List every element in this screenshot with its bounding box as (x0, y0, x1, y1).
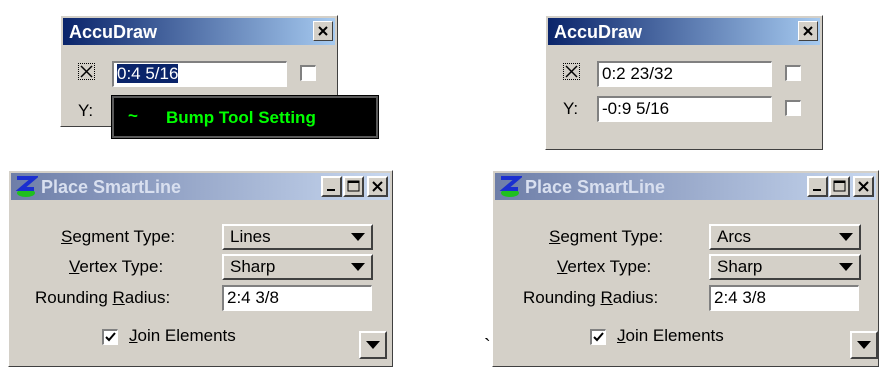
minimize-icon (327, 189, 335, 191)
minimize-button[interactable] (321, 176, 342, 197)
maximize-button[interactable] (343, 176, 364, 197)
close-button[interactable] (853, 176, 874, 197)
close-icon (858, 181, 869, 192)
accudraw-dialog-right: AccuDraw X: 0:2 23/32 Y: -0:9 5/16 (545, 15, 823, 150)
dropdown-arrow-icon (839, 263, 853, 271)
expand-options-button[interactable] (850, 331, 878, 359)
accudraw-titlebar-left[interactable]: AccuDraw (63, 18, 335, 45)
x-lock-checkbox[interactable] (300, 65, 316, 81)
expand-options-button[interactable] (359, 331, 387, 359)
maximize-icon (347, 180, 360, 192)
stray-mark: ` (484, 336, 491, 358)
close-button[interactable] (367, 176, 388, 197)
bentley-logo-icon (499, 176, 522, 197)
minimize-icon (813, 189, 821, 191)
accudraw-titlebar-right[interactable]: AccuDraw (548, 18, 820, 45)
smartline-titlebar-left[interactable]: Place SmartLine (11, 173, 390, 200)
x-lock-checkbox[interactable] (785, 65, 801, 81)
x-coordinate-value: 0:4 5/16 (117, 64, 179, 83)
smartline-title: Place SmartLine (525, 177, 666, 197)
dropdown-arrow-icon (351, 263, 365, 271)
accudraw-title: AccuDraw (554, 22, 643, 42)
close-icon (318, 26, 328, 36)
vertex-type-value: Sharp (717, 257, 763, 276)
segment-type-value: Lines (230, 227, 271, 246)
y-coordinate-value: -0:9 5/16 (602, 99, 670, 118)
join-elements-checkbox[interactable] (102, 329, 118, 345)
bentley-logo-icon (15, 176, 38, 197)
accudraw-title: AccuDraw (69, 22, 158, 42)
dropdown-arrow-icon (351, 233, 365, 241)
checkmark-icon (105, 332, 116, 342)
segment-type-dropdown[interactable]: Lines (222, 224, 373, 250)
bump-tool-setting-tooltip: ~ Bump Tool Setting (111, 95, 379, 139)
y-label: Y: (78, 101, 94, 120)
rounding-radius-input[interactable]: 2:4 3/8 (222, 285, 372, 311)
maximize-icon (833, 180, 846, 192)
tooltip-tilde: ~ (128, 106, 138, 125)
close-icon (803, 26, 813, 36)
y-lock-checkbox[interactable] (785, 100, 801, 116)
smartline-title: Place SmartLine (41, 177, 182, 197)
y-coordinate-input[interactable]: -0:9 5/16 (597, 96, 772, 122)
dropdown-arrow-icon (857, 341, 871, 349)
segment-type-value: Arcs (717, 227, 751, 246)
x-coordinate-input[interactable]: 0:4 5/16 (112, 61, 287, 87)
tooltip-text: Bump Tool Setting (166, 108, 316, 127)
vertex-type-value: Sharp (230, 257, 276, 276)
rounding-radius-label: Rounding Radius: (523, 288, 659, 307)
join-elements-label: Join Elements (129, 326, 236, 345)
join-elements-checkbox[interactable] (590, 329, 606, 345)
vertex-type-label: Vertex Type: (69, 257, 164, 276)
join-elements-label: Join Elements (617, 326, 724, 345)
minimize-button[interactable] (807, 176, 828, 197)
close-button[interactable] (313, 21, 333, 41)
vertex-type-label: Vertex Type: (557, 257, 652, 276)
smartline-titlebar-right[interactable]: Place SmartLine (495, 173, 876, 200)
rounding-radius-value: 2:4 3/8 (227, 288, 279, 307)
segment-type-dropdown[interactable]: Arcs (709, 224, 861, 250)
rounding-radius-label: Rounding Radius: (35, 288, 171, 307)
vertex-type-dropdown[interactable]: Sharp (709, 254, 861, 280)
dropdown-arrow-icon (366, 341, 380, 349)
checkmark-icon (593, 332, 604, 342)
x-coordinate-input[interactable]: 0:2 23/32 (597, 61, 772, 87)
rounding-radius-value: 2:4 3/8 (714, 288, 766, 307)
segment-type-label: Segment Type: (549, 227, 664, 246)
vertex-type-dropdown[interactable]: Sharp (222, 254, 373, 280)
rounding-radius-input[interactable]: 2:4 3/8 (709, 285, 859, 311)
y-label: Y: (563, 99, 579, 118)
smartline-dialog-left: Place SmartLine Segment Type: Lines Vert… (8, 170, 393, 367)
dropdown-arrow-icon (839, 233, 853, 241)
close-icon (372, 181, 383, 192)
maximize-button[interactable] (829, 176, 850, 197)
x-coordinate-value: 0:2 23/32 (602, 64, 673, 83)
segment-type-label: Segment Type: (61, 227, 176, 246)
smartline-dialog-right: Place SmartLine Segment Type: Arcs Verte… (492, 170, 879, 367)
close-button[interactable] (798, 21, 818, 41)
